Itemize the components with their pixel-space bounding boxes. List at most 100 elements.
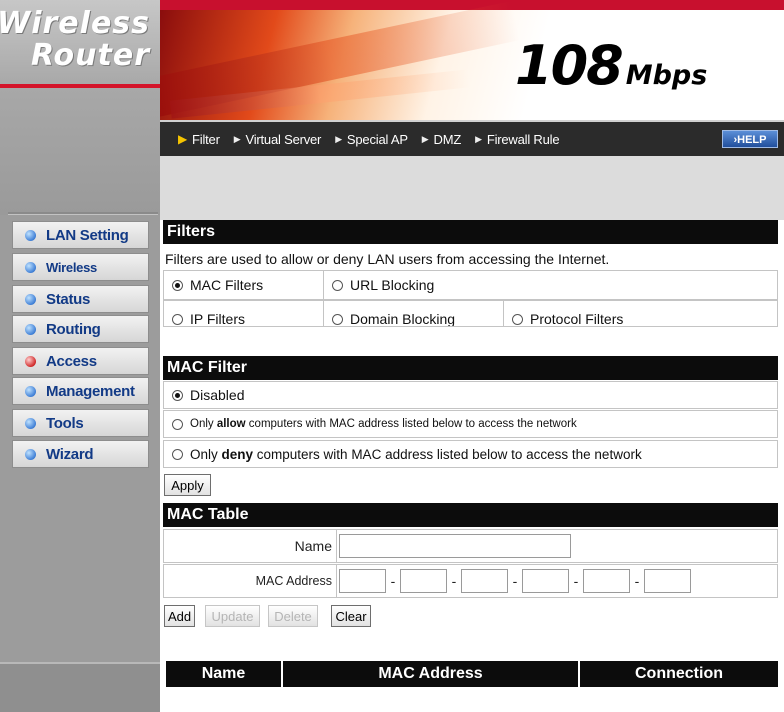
radio-allow[interactable] <box>172 418 183 430</box>
tab-label: Filter <box>192 131 220 147</box>
apply-button[interactable]: Apply <box>164 474 211 496</box>
tab-virtual-server[interactable]: ▶ Virtual Server <box>233 131 322 147</box>
allow-keyword: allow <box>216 418 246 430</box>
clear-button[interactable]: Clear <box>331 605 371 627</box>
name-input[interactable] <box>339 534 571 558</box>
sidebar-item-routing[interactable]: Routing <box>12 315 149 343</box>
top-nav: ▶ Filter ▶ Virtual Server ▶ Special AP ▶… <box>160 120 784 156</box>
mac-octet-input[interactable] <box>339 569 386 593</box>
bullet-icon <box>25 417 36 429</box>
option-ip-filters[interactable]: IP Filters <box>164 301 324 327</box>
mac-filter-allow-row[interactable]: Only allow computers with MAC address li… <box>163 410 778 438</box>
sidebar-item-wireless[interactable]: Wireless <box>12 253 149 281</box>
mac-octet-input[interactable] <box>400 569 447 593</box>
play-arrow-icon: ▶ <box>335 133 342 144</box>
sidebar-item-lan-setting[interactable]: LAN Setting <box>12 221 149 249</box>
radio-url-blocking[interactable] <box>332 279 343 291</box>
sidebar-item-label: Wireless <box>46 259 97 275</box>
help-button[interactable]: ›HELP <box>722 130 778 148</box>
logo-divider <box>0 84 160 88</box>
header-spacer <box>160 156 784 220</box>
tab-special-ap[interactable]: ▶ Special AP <box>335 132 408 147</box>
bullet-icon <box>25 323 36 335</box>
option-label: Protocol Filters <box>530 311 624 327</box>
mac-table-column-headers: Name MAC Address Connection <box>166 661 778 687</box>
sidebar-item-label: Access <box>46 352 97 370</box>
mac-filter-disabled-row[interactable]: Disabled <box>163 381 778 409</box>
sidebar-item-label: LAN Setting <box>46 226 129 244</box>
sidebar-item-status[interactable]: Status <box>12 285 149 313</box>
radio-deny[interactable] <box>172 448 183 460</box>
mac-separator: - <box>573 573 579 589</box>
sidebar-item-management[interactable]: Management <box>12 377 149 405</box>
add-button[interactable]: Add <box>164 605 195 627</box>
filters-header: Filters <box>163 220 778 244</box>
tab-firewall-rule[interactable]: ▶ Firewall Rule <box>475 132 559 147</box>
radio-protocol-filters[interactable] <box>512 313 523 325</box>
option-domain-blocking[interactable]: Domain Blocking <box>324 301 504 326</box>
update-button[interactable]: Update <box>205 605 260 627</box>
mac-octet-input[interactable] <box>522 569 569 593</box>
play-arrow-icon: ▶ <box>233 133 241 144</box>
tab-label: Special AP <box>346 131 408 147</box>
sidebar-item-label: Routing <box>46 320 101 338</box>
play-arrow-icon: ▶ <box>475 133 482 144</box>
allow-prefix: Only <box>190 418 217 430</box>
option-label: URL Blocking <box>350 277 435 293</box>
allow-suffix: computers with MAC address listed below … <box>245 418 577 430</box>
deny-suffix: computers with MAC address listed below … <box>253 446 642 462</box>
delete-button[interactable]: Delete <box>268 605 318 627</box>
column-header-name[interactable]: Name <box>166 661 283 687</box>
tab-dmz[interactable]: ▶ DMZ <box>422 132 461 147</box>
filters-description-text: Filters are used to allow or deny LAN us… <box>165 251 610 267</box>
mac-address-label: MAC Address <box>164 565 337 597</box>
help-label: HELP <box>737 134 767 146</box>
logo-line-2: Router <box>30 38 150 73</box>
sidebar-item-label: Status <box>46 290 91 308</box>
sidebar-item-label: Wizard <box>46 445 94 463</box>
sidebar-item-wizard[interactable]: Wizard <box>12 440 149 468</box>
column-header-connection[interactable]: Connection <box>580 661 778 687</box>
sidebar-item-tools[interactable]: Tools <box>12 409 149 437</box>
option-label: MAC Filters <box>190 277 264 293</box>
speed-unit: Mbps <box>625 60 708 91</box>
filters-options-row-1: MAC Filters URL Blocking <box>163 270 778 300</box>
mac-address-cell: - - - - - <box>337 565 777 597</box>
router-logo: Wireless Router <box>0 0 160 215</box>
mac-octet-input[interactable] <box>461 569 508 593</box>
mac-filter-deny-row[interactable]: Only deny computers with MAC address lis… <box>163 440 778 468</box>
speed-title: 108 Mbps <box>515 34 707 97</box>
radio-mac-filters[interactable] <box>172 279 183 291</box>
name-cell <box>337 530 777 562</box>
mac-octet-input[interactable] <box>644 569 691 593</box>
bullet-icon <box>25 448 36 460</box>
name-label: Name <box>164 530 337 562</box>
mac-separator: - <box>451 573 457 589</box>
tab-label: Virtual Server <box>245 131 322 147</box>
sidebar-item-label: Management <box>46 382 135 400</box>
tab-label: Firewall Rule <box>486 131 560 147</box>
radio-ip-filters[interactable] <box>172 313 183 325</box>
radio-disabled[interactable] <box>172 389 183 401</box>
mac-address-row: MAC Address - - - - - <box>163 564 778 598</box>
speed-number: 108 <box>515 34 624 97</box>
mac-filter-header: MAC Filter <box>163 356 778 380</box>
option-mac-filters[interactable]: MAC Filters <box>164 271 324 299</box>
bullet-icon <box>25 229 36 241</box>
column-header-mac-address[interactable]: MAC Address <box>283 661 580 687</box>
radio-domain-blocking[interactable] <box>332 313 343 325</box>
filters-description: Filters are used to allow or deny LAN us… <box>163 248 778 270</box>
logo-line-1: Wireless <box>0 6 150 41</box>
sidebar: Wireless Router LAN Setting Wireless Sta… <box>0 0 160 712</box>
active-bullet-icon <box>25 355 36 367</box>
sidebar-item-label: Tools <box>46 414 84 432</box>
header-banner: 108 Mbps <box>160 0 784 120</box>
sidebar-item-access[interactable]: Access <box>12 347 149 375</box>
sidebar-divider <box>8 212 158 215</box>
disabled-label: Disabled <box>190 387 245 403</box>
option-label: IP Filters <box>190 311 245 327</box>
option-protocol-filters[interactable]: Protocol Filters <box>504 301 777 327</box>
tab-filter[interactable]: ▶ Filter <box>178 132 220 147</box>
mac-octet-input[interactable] <box>583 569 630 593</box>
option-url-blocking[interactable]: URL Blocking <box>324 271 777 299</box>
